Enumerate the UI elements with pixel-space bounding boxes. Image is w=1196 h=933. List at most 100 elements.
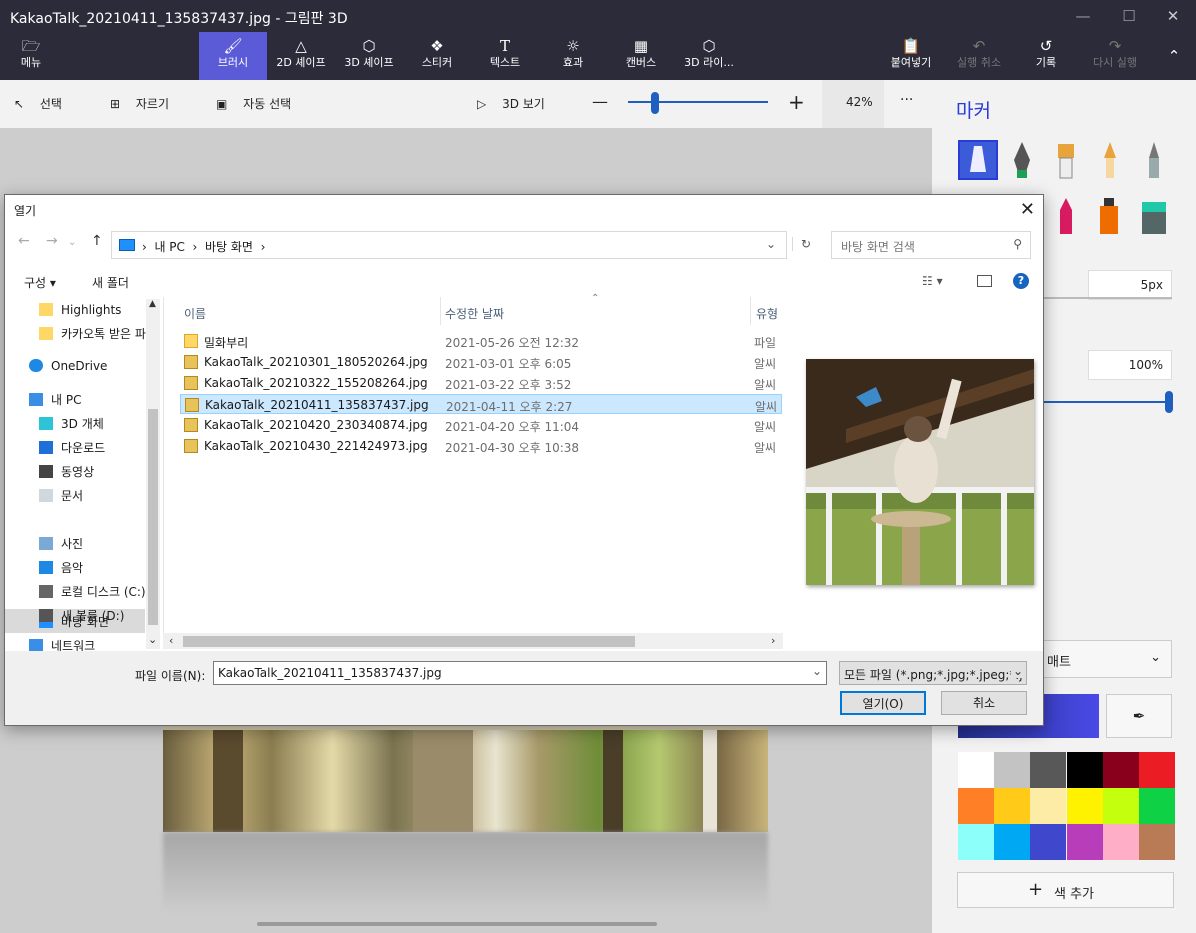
view-options-icon[interactable]: ☷ ▾ xyxy=(922,274,943,288)
select-tool[interactable]: ↖ 선택 xyxy=(14,95,62,112)
nav-item[interactable]: OneDrive xyxy=(29,359,107,379)
tab-brushes[interactable]: 🖌 브러시 xyxy=(199,32,267,80)
nav-item[interactable]: 내 PC xyxy=(29,391,81,411)
opacity-slider-thumb[interactable] xyxy=(1165,391,1173,413)
tab-effects[interactable]: ☼ 효과 xyxy=(539,32,607,80)
add-color-button[interactable]: + 색 추가 xyxy=(957,872,1174,908)
color-swatch[interactable] xyxy=(958,824,994,860)
nav-item[interactable]: 다운로드 xyxy=(39,439,105,459)
tab-stickers[interactable]: ❖ 스티커 xyxy=(403,32,471,80)
breadcrumb-folder[interactable]: 바탕 화면 xyxy=(205,240,253,254)
paste-button[interactable]: 📋 붙여넣기 xyxy=(882,32,940,80)
forward-arrow-icon[interactable]: → xyxy=(46,233,58,249)
file-row[interactable]: KakaoTalk_20210411_135837437.jpg 2021-04-… xyxy=(180,394,782,414)
color-swatch[interactable] xyxy=(1030,824,1067,860)
preview-pane-icon[interactable] xyxy=(977,275,992,287)
filename-field[interactable]: KakaoTalk_20210411_135837437.jpg ⌄ xyxy=(213,661,827,685)
file-row[interactable]: KakaoTalk_20210322_155208264.jpg 2021-03-… xyxy=(180,373,782,393)
color-swatch[interactable] xyxy=(994,752,1031,788)
color-swatch[interactable] xyxy=(1102,752,1139,788)
color-swatch[interactable] xyxy=(1102,788,1139,824)
color-swatch[interactable] xyxy=(1139,824,1175,860)
new-folder-button[interactable]: 새 폴더 xyxy=(92,274,129,291)
help-icon[interactable]: ? xyxy=(1013,273,1029,289)
watercolor-brush[interactable] xyxy=(1090,140,1130,180)
address-dropdown-icon[interactable]: ⌄ xyxy=(766,237,776,251)
maximize-button[interactable]: ☐ xyxy=(1106,0,1152,32)
oil-brush[interactable] xyxy=(1046,140,1086,180)
nav-item[interactable]: 3D 개체 xyxy=(39,415,104,435)
fill-bucket-brush[interactable] xyxy=(1134,196,1174,236)
column-header-date[interactable]: 수정한 날짜 xyxy=(445,305,504,322)
address-bar[interactable]: › 내 PC › 바탕 화면 › ⌄ ↻ xyxy=(111,231,811,259)
color-swatch[interactable] xyxy=(1066,788,1103,824)
close-button[interactable]: ✕ xyxy=(1150,0,1196,32)
refresh-icon[interactable]: ↻ xyxy=(792,237,811,251)
zoom-value[interactable]: 42% xyxy=(846,95,873,109)
column-header-name[interactable]: 이름 xyxy=(184,305,206,322)
color-swatch[interactable] xyxy=(1102,824,1139,860)
column-header-type[interactable]: 유형 xyxy=(756,305,778,322)
color-swatch[interactable] xyxy=(1066,752,1103,788)
color-swatch[interactable] xyxy=(958,788,994,824)
redo-button[interactable]: ↷ 다시 실행 xyxy=(1084,32,1146,80)
search-box[interactable]: 바탕 화면 검색 ⚲ xyxy=(831,231,1031,259)
nav-item[interactable]: 사진 xyxy=(39,535,83,555)
history-button[interactable]: ↺ 기록 xyxy=(1022,32,1070,80)
tab-canvas[interactable]: ▦ 캔버스 xyxy=(607,32,675,80)
nav-item[interactable]: 음악 xyxy=(39,559,83,579)
color-swatch[interactable] xyxy=(994,824,1031,860)
nav-item[interactable]: 새 볼륨 (D:) xyxy=(39,607,124,627)
color-swatch[interactable] xyxy=(1030,788,1067,824)
thickness-input[interactable]: 5px xyxy=(1088,270,1172,300)
opacity-input[interactable]: 100% xyxy=(1088,350,1172,380)
minimize-button[interactable]: — xyxy=(1060,0,1106,32)
more-options-button[interactable]: ··· xyxy=(900,92,913,108)
tab-2d-shapes[interactable]: △ 2D 셰이프 xyxy=(267,32,335,80)
spray-can-brush[interactable] xyxy=(1090,196,1130,236)
tab-3d-shapes[interactable]: ⬡ 3D 셰이프 xyxy=(335,32,403,80)
zoom-out-button[interactable]: — xyxy=(592,92,608,111)
up-arrow-icon[interactable]: ↑ xyxy=(91,233,103,249)
zoom-slider-track[interactable] xyxy=(628,101,768,103)
back-arrow-icon[interactable]: ← xyxy=(18,233,30,249)
crop-tool[interactable]: ⊞ 자르기 xyxy=(110,95,169,112)
tab-text[interactable]: T 텍스트 xyxy=(471,32,539,80)
filetype-dropdown[interactable]: 모든 파일 (*.png;*.jpg;*.jpeg;*.j ⌄ xyxy=(839,661,1027,685)
calligraphy-pen-brush[interactable] xyxy=(1002,140,1042,180)
menu-button[interactable]: 🗁 메뉴 xyxy=(8,32,54,80)
magic-select-tool[interactable]: ▣ 자동 선택 xyxy=(216,95,291,112)
file-row[interactable]: KakaoTalk_20210420_230340874.jpg 2021-04-… xyxy=(180,415,782,435)
color-swatch[interactable] xyxy=(1139,752,1175,788)
zoom-in-button[interactable]: + xyxy=(788,90,805,114)
crayon-brush[interactable] xyxy=(1046,196,1086,236)
open-button[interactable]: 열기(O) xyxy=(840,691,926,715)
eyedropper-button[interactable]: ✒ xyxy=(1106,694,1172,738)
organize-button[interactable]: 구성 ▾ xyxy=(24,274,56,291)
color-swatch[interactable] xyxy=(958,752,994,788)
color-swatch[interactable] xyxy=(994,788,1031,824)
pencil-brush[interactable] xyxy=(1134,140,1174,180)
undo-button[interactable]: ↶ 실행 취소 xyxy=(948,32,1010,80)
nav-item[interactable]: 로컬 디스크 (C:) xyxy=(39,583,146,603)
file-row[interactable]: 밀화부리 2021-05-26 오전 12:32 파일 xyxy=(180,331,782,351)
tab-3d-library[interactable]: ⬡ 3D 라이... xyxy=(675,32,743,80)
marker-brush[interactable] xyxy=(958,140,998,180)
nav-item[interactable]: 동영상 xyxy=(39,463,94,483)
dialog-close-button[interactable]: ✕ xyxy=(1020,199,1035,220)
nav-item[interactable]: 문서 xyxy=(39,487,83,507)
search-input[interactable]: 바탕 화면 검색 xyxy=(841,238,915,255)
canvas-scrollbar[interactable] xyxy=(257,922,657,926)
collapse-ribbon-button[interactable]: ⌃ xyxy=(1160,32,1188,80)
nav-item[interactable]: 카카오톡 받은 파 xyxy=(39,325,146,345)
zoom-slider-thumb[interactable] xyxy=(651,92,659,114)
canvas-image[interactable] xyxy=(163,720,768,832)
finish-dropdown[interactable]: 매트 ⌄ xyxy=(1042,640,1172,678)
color-swatch[interactable] xyxy=(1139,788,1175,824)
color-swatch[interactable] xyxy=(1066,824,1103,860)
view-3d-button[interactable]: ▷ 3D 보기 xyxy=(477,95,545,112)
file-row[interactable]: KakaoTalk_20210301_180520264.jpg 2021-03-… xyxy=(180,352,782,372)
breadcrumb-root[interactable]: 내 PC xyxy=(154,240,184,254)
navigation-scrollbar[interactable]: ▲ ⌄ xyxy=(146,299,160,649)
nav-item[interactable]: Highlights xyxy=(39,303,121,323)
